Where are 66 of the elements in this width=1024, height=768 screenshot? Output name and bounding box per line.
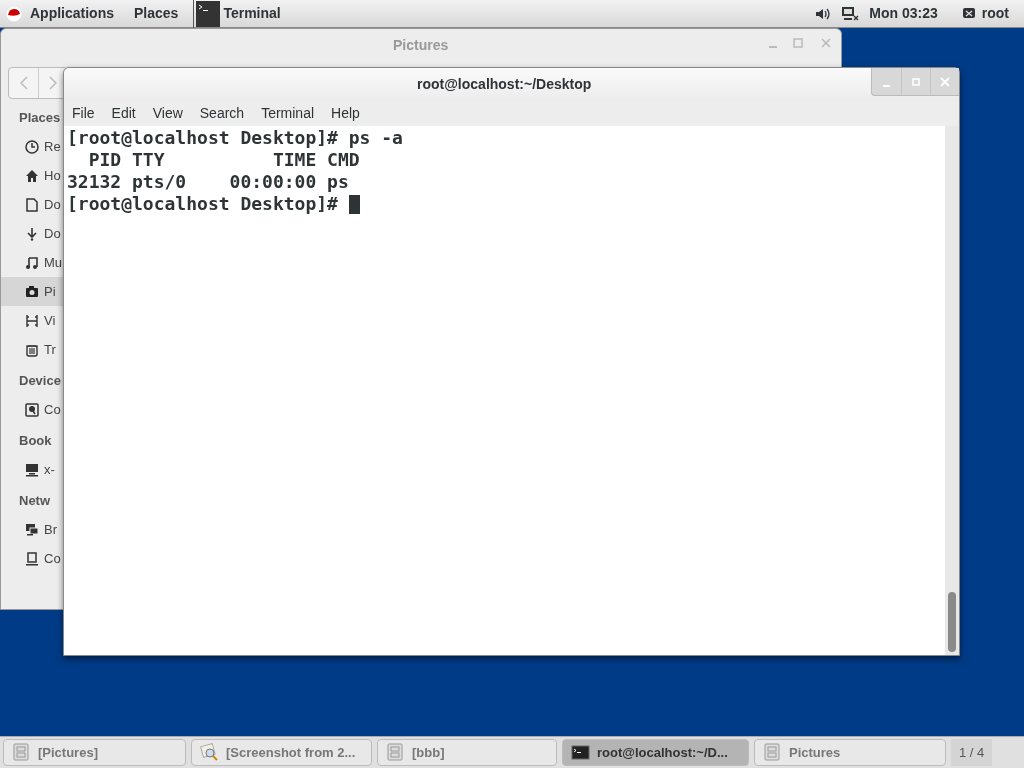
sidebar-heading: Places bbox=[18, 108, 62, 127]
terminal-line: 32132 pts/0 00:00:00 ps bbox=[67, 171, 349, 193]
clock-text: Mon 03:23 bbox=[869, 4, 938, 23]
network-offline-icon bbox=[841, 5, 860, 22]
trash-icon bbox=[25, 342, 39, 357]
terminal-line: [root@localhost Desktop]# bbox=[67, 193, 339, 215]
scrollbar[interactable] bbox=[945, 126, 959, 655]
sidebar-item[interactable]: Br bbox=[1, 515, 65, 544]
sidebar-heading: Device bbox=[18, 371, 62, 390]
menu-button[interactable]: Places bbox=[131, 3, 182, 24]
sidebar-item[interactable]: Pi bbox=[1, 277, 65, 306]
terminal-line: [root@localhost Desktop]# ps -a bbox=[67, 127, 403, 149]
user-menu-button[interactable]: root bbox=[961, 3, 1009, 24]
cabinet-icon bbox=[763, 743, 782, 762]
redhat-logo-icon bbox=[6, 5, 22, 22]
window-title: root@localhost:~/Desktop bbox=[417, 75, 592, 94]
sidebar-item[interactable]: Do bbox=[1, 190, 65, 219]
terminal-icon bbox=[196, 0, 221, 27]
menu-item[interactable]: Terminal bbox=[261, 103, 315, 124]
close-icon bbox=[819, 36, 833, 50]
sidebar-item[interactable]: Tr bbox=[1, 335, 65, 364]
scrollbar-thumb[interactable] bbox=[948, 592, 956, 652]
network-icon bbox=[25, 522, 39, 537]
menu-item[interactable]: View bbox=[152, 103, 183, 124]
terminal-icon bbox=[571, 743, 590, 762]
download-icon bbox=[25, 226, 39, 241]
sidebar-heading: Netw bbox=[18, 491, 52, 510]
image-viewer-icon bbox=[200, 743, 219, 762]
sidebar-item[interactable]: Co bbox=[1, 544, 65, 573]
menu-item[interactable]: Search bbox=[199, 103, 245, 124]
close-icon bbox=[938, 74, 952, 89]
sidebar-item[interactable]: Co bbox=[1, 395, 65, 424]
sidebar-item[interactable]: x- bbox=[1, 455, 65, 484]
menu-item[interactable]: Help bbox=[331, 103, 360, 124]
clock-icon bbox=[25, 139, 39, 154]
taskbar-button[interactable]: [bbb] bbox=[377, 739, 557, 766]
taskbar-button[interactable]: root@localhost:~/D... bbox=[562, 739, 749, 766]
sidebar-item[interactable]: Ho bbox=[1, 161, 65, 190]
sidebar-item[interactable]: Mu bbox=[1, 248, 65, 277]
computer-icon bbox=[25, 551, 39, 566]
taskbar-button[interactable]: Pictures bbox=[754, 739, 946, 766]
minimize-icon bbox=[769, 46, 777, 48]
window-title: Pictures bbox=[393, 36, 449, 55]
terminal-line: PID TTY TIME CMD bbox=[87, 149, 360, 171]
taskbar-button[interactable]: [Pictures] bbox=[3, 739, 186, 766]
cabinet-icon bbox=[386, 743, 405, 762]
user-icon bbox=[961, 6, 976, 21]
camera-icon bbox=[25, 284, 39, 299]
volume-icon bbox=[815, 6, 832, 21]
app-menu-button[interactable]: Terminal bbox=[193, 0, 281, 28]
sidebar-heading: Book bbox=[18, 431, 53, 450]
menu-item[interactable]: File bbox=[72, 103, 95, 124]
sidebar-item[interactable]: Re bbox=[1, 132, 65, 161]
home-icon bbox=[25, 168, 39, 183]
film-icon bbox=[25, 313, 39, 328]
taskbar-button[interactable]: [Screenshot from 2... bbox=[191, 739, 372, 766]
minimize-icon bbox=[883, 84, 890, 87]
menu-item[interactable]: Edit bbox=[111, 103, 136, 124]
document-icon bbox=[25, 197, 39, 212]
sidebar-item[interactable]: Do bbox=[1, 219, 65, 248]
sidebar-item[interactable]: Vi bbox=[1, 306, 65, 335]
music-icon bbox=[25, 255, 39, 270]
maximize-icon bbox=[791, 36, 805, 50]
cabinet-icon bbox=[12, 743, 31, 762]
menu-button[interactable]: Applications bbox=[27, 3, 117, 24]
workspace-switcher[interactable]: 1 / 4 bbox=[951, 739, 993, 766]
